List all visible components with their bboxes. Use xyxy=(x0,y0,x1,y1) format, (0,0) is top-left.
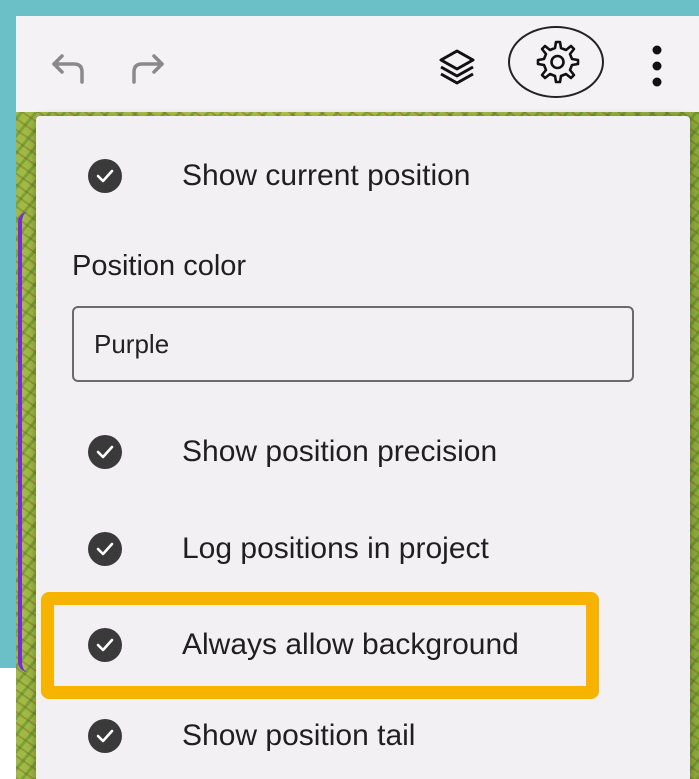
position-track xyxy=(18,212,28,672)
position-color-label: Position color xyxy=(72,250,247,282)
toolbar xyxy=(16,16,699,112)
layers-icon xyxy=(439,49,475,85)
menu-item-show-current-position[interactable]: Show current position xyxy=(36,146,690,206)
menu-item-always-allow-background[interactable]: Always allow background xyxy=(36,615,690,675)
check-icon xyxy=(88,628,122,662)
menu-item-log-positions[interactable]: Log positions in project xyxy=(36,519,690,579)
menu-item-label: Always allow background xyxy=(182,628,519,661)
more-options-button[interactable] xyxy=(642,36,672,96)
check-icon xyxy=(88,159,122,193)
check-icon xyxy=(88,532,122,566)
position-color-select[interactable]: Purple xyxy=(72,306,634,382)
layers-button[interactable] xyxy=(432,42,482,92)
redo-button[interactable] xyxy=(126,48,170,88)
menu-item-label: Show position tail xyxy=(182,719,416,752)
gear-icon xyxy=(536,40,580,84)
undo-button[interactable] xyxy=(46,48,90,88)
menu-item-label: Log positions in project xyxy=(182,532,489,565)
undo-arrow-icon xyxy=(52,54,84,84)
app-window: Show current position Position color Pur… xyxy=(16,16,699,779)
check-icon xyxy=(88,719,122,753)
menu-item-label: Show position precision xyxy=(182,435,498,468)
check-icon xyxy=(88,435,122,469)
vertical-ellipsis-icon xyxy=(652,45,662,87)
menu-item-show-position-precision[interactable]: Show position precision xyxy=(36,422,690,482)
menu-item-label: Show current position xyxy=(182,159,471,192)
redo-arrow-icon xyxy=(132,54,164,84)
settings-button[interactable] xyxy=(508,26,604,98)
settings-menu: Show current position Position color Pur… xyxy=(36,116,690,779)
menu-item-show-position-tail[interactable]: Show position tail xyxy=(36,706,690,766)
